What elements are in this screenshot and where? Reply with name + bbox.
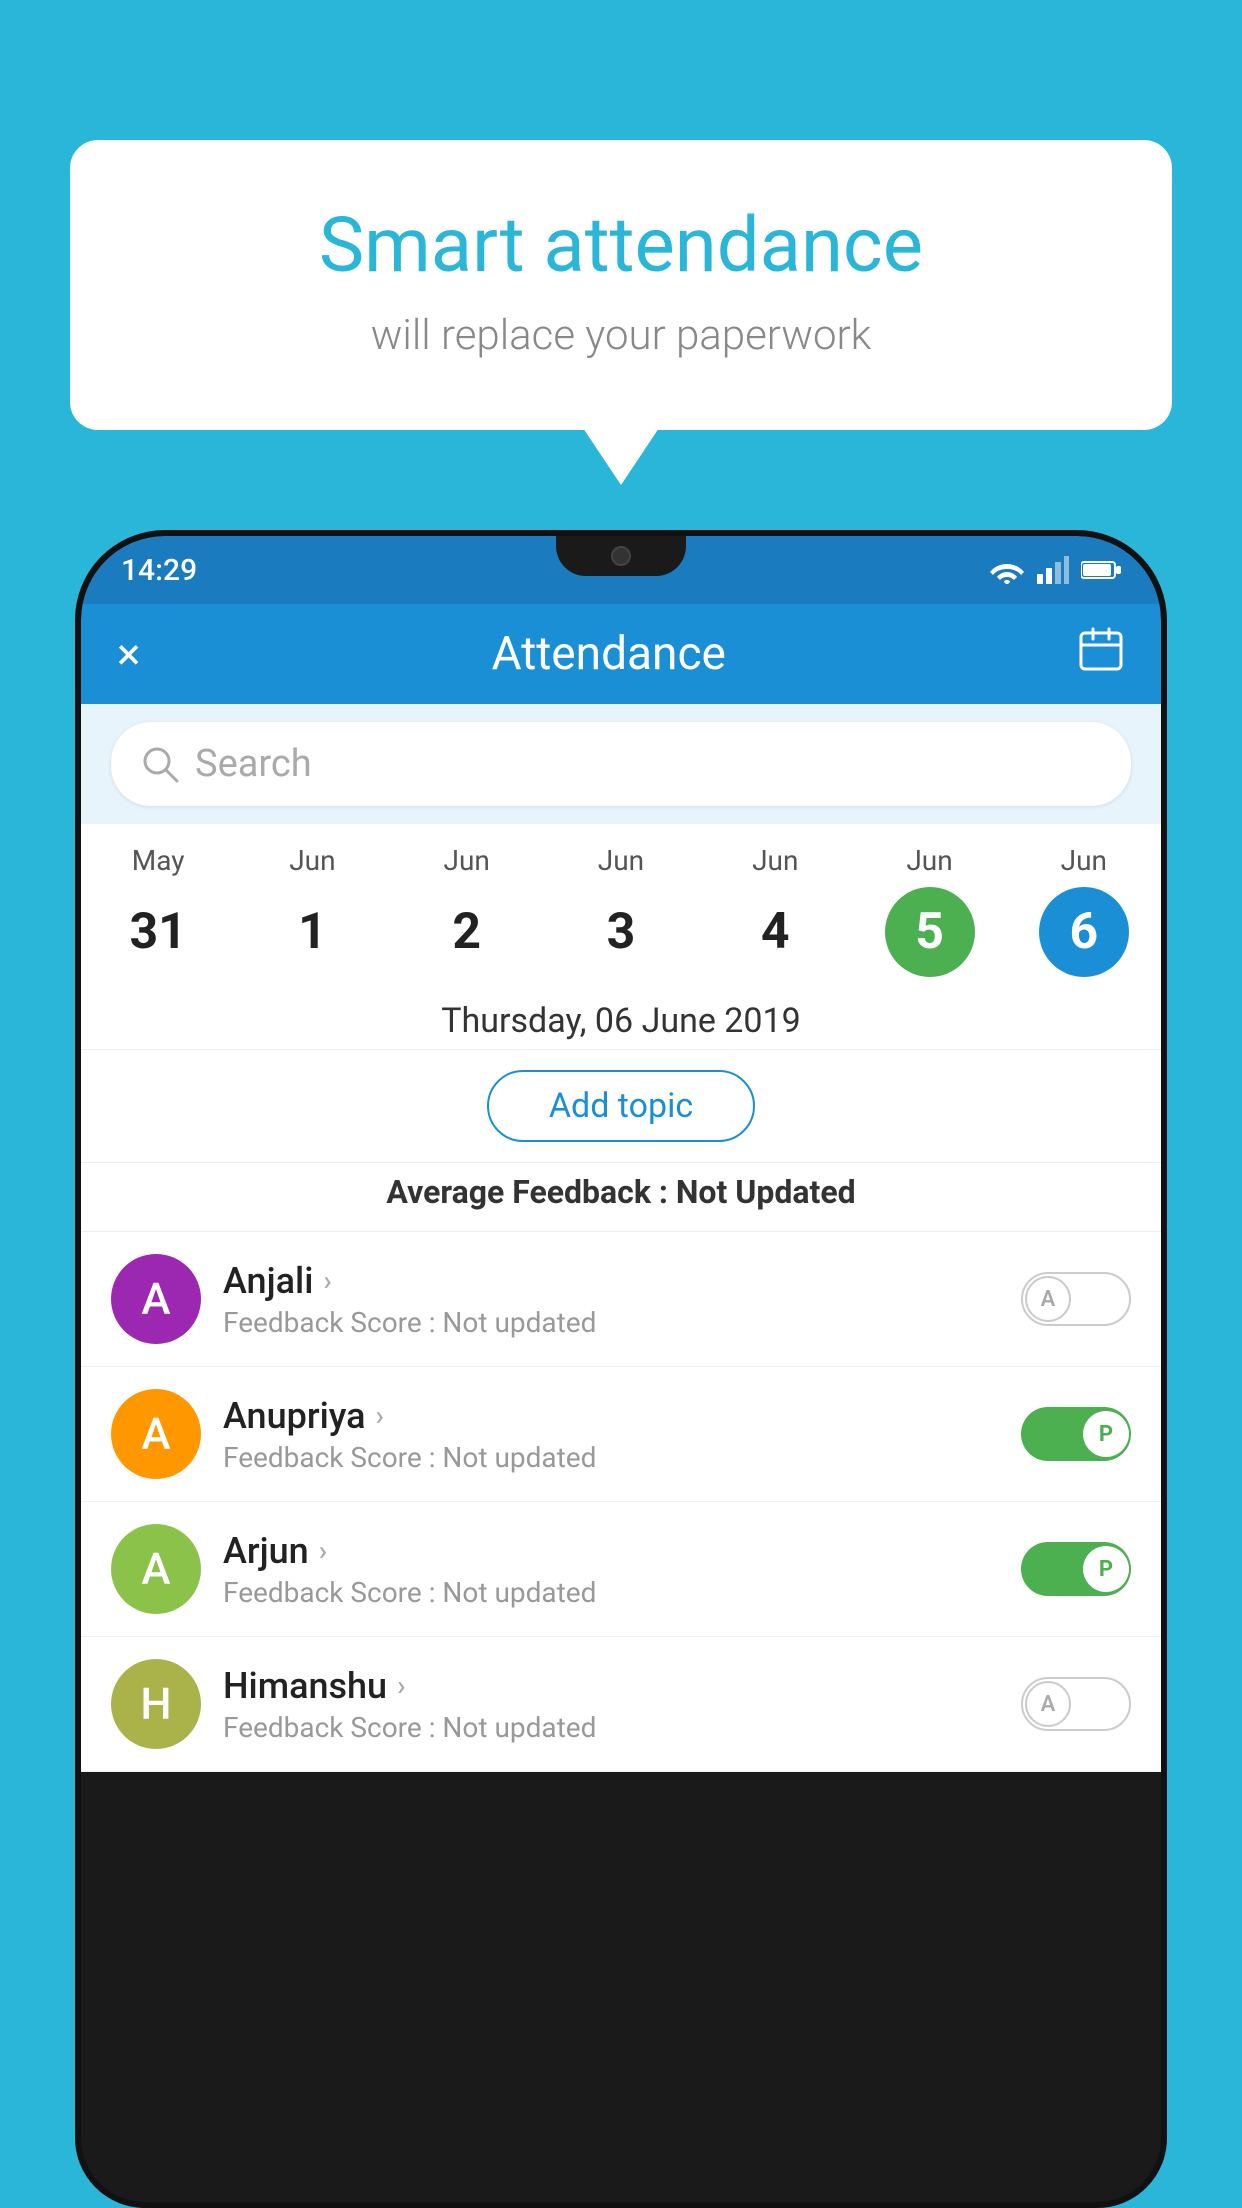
calendar-day-4[interactable]: Jun 4 xyxy=(710,844,840,977)
feedback-avg-label: Average Feedback : xyxy=(386,1173,668,1211)
phone-frame: 14:29 xyxy=(75,530,1167,2208)
chevron-icon: › xyxy=(323,1264,331,1297)
add-topic-button[interactable]: Add topic xyxy=(487,1070,755,1142)
cal-month-label: Jun xyxy=(1061,844,1107,877)
battery-icon xyxy=(1081,559,1121,581)
cal-date-number: 2 xyxy=(422,887,512,977)
student-info: Anupriya › Feedback Score : Not updated xyxy=(223,1395,999,1474)
calendar-day-31[interactable]: May 31 xyxy=(93,844,223,977)
calendar-strip: May 31 Jun 1 Jun 2 Jun 3 Jun 4 Jun 5 Jun 6 xyxy=(81,824,1161,987)
student-info: Himanshu › Feedback Score : Not updated xyxy=(223,1665,999,1744)
power-button xyxy=(1161,836,1167,916)
student-feedback: Feedback Score : Not updated xyxy=(223,1711,999,1744)
search-placeholder: Search xyxy=(195,742,312,786)
cal-month-label: Jun xyxy=(289,844,335,877)
speech-bubble-subtitle: will replace your paperwork xyxy=(150,311,1092,360)
chevron-icon: › xyxy=(376,1399,384,1432)
cal-date-number: 31 xyxy=(113,887,203,977)
search-bar[interactable]: Search xyxy=(111,722,1131,806)
cal-month-label: May xyxy=(132,844,185,877)
student-feedback: Feedback Score : Not updated xyxy=(223,1306,999,1339)
cal-date-number: 1 xyxy=(267,887,357,977)
header-title: Attendance xyxy=(492,627,726,681)
status-icons xyxy=(989,556,1121,584)
student-avatar: A xyxy=(111,1389,201,1479)
signal-icon xyxy=(1037,556,1069,584)
calendar-button[interactable] xyxy=(1077,625,1125,684)
toggle-circle: P xyxy=(1083,1546,1129,1592)
cal-month-label: Jun xyxy=(906,844,952,877)
cal-month-label: Jun xyxy=(598,844,644,877)
cal-month-label: Jun xyxy=(752,844,798,877)
student-item-himanshu[interactable]: H Himanshu › Feedback Score : Not updated A xyxy=(81,1637,1161,1772)
selected-date-label: Thursday, 06 June 2019 xyxy=(81,987,1161,1050)
cal-date-number: 6 xyxy=(1039,887,1129,977)
student-item-arjun[interactable]: A Arjun › Feedback Score : Not updated P xyxy=(81,1502,1161,1637)
cal-date-number: 4 xyxy=(730,887,820,977)
status-bar: 14:29 xyxy=(81,536,1161,604)
calendar-day-5[interactable]: Jun 5 xyxy=(865,844,995,977)
student-avatar: A xyxy=(111,1524,201,1614)
calendar-day-1[interactable]: Jun 1 xyxy=(247,844,377,977)
calendar-day-3[interactable]: Jun 3 xyxy=(556,844,686,977)
student-info: Arjun › Feedback Score : Not updated xyxy=(223,1530,999,1609)
close-button[interactable]: × xyxy=(117,628,140,680)
status-time: 14:29 xyxy=(121,553,197,588)
student-avatar: H xyxy=(111,1659,201,1749)
speech-bubble-title: Smart attendance xyxy=(150,200,1092,291)
attendance-toggle-off[interactable]: A xyxy=(1021,1677,1131,1731)
student-name: Arjun › xyxy=(223,1530,999,1572)
notch xyxy=(556,536,686,576)
student-avatar: A xyxy=(111,1254,201,1344)
cal-date-number: 5 xyxy=(885,887,975,977)
student-item-anjali[interactable]: A Anjali › Feedback Score : Not updated A xyxy=(81,1232,1161,1367)
student-item-anupriya[interactable]: A Anupriya › Feedback Score : Not updated P xyxy=(81,1367,1161,1502)
student-name: Anupriya › xyxy=(223,1395,999,1437)
cal-date-number: 3 xyxy=(576,887,666,977)
toggle-circle: P xyxy=(1083,1411,1129,1457)
speech-bubble-container: Smart attendance will replace your paper… xyxy=(70,140,1172,430)
cal-month-label: Jun xyxy=(444,844,490,877)
attendance-toggle-on[interactable]: P xyxy=(1021,1407,1131,1461)
student-name: Himanshu › xyxy=(223,1665,999,1707)
speech-bubble: Smart attendance will replace your paper… xyxy=(70,140,1172,430)
calendar-day-2[interactable]: Jun 2 xyxy=(402,844,532,977)
student-name: Anjali › xyxy=(223,1260,999,1302)
search-container: Search xyxy=(81,704,1161,824)
student-list: AAnjali ›Feedback Score : Not updatedAAA… xyxy=(81,1232,1161,1772)
attendance-toggle-on[interactable]: P xyxy=(1021,1542,1131,1596)
feedback-average: Average Feedback : Not Updated xyxy=(81,1163,1161,1232)
student-feedback: Feedback Score : Not updated xyxy=(223,1441,999,1474)
search-icon xyxy=(141,745,179,783)
feedback-avg-value: Not Updated xyxy=(676,1173,856,1211)
toggle-circle: A xyxy=(1025,1681,1071,1727)
chevron-icon: › xyxy=(319,1534,327,1567)
add-topic-container: Add topic xyxy=(81,1050,1161,1163)
phone-screen: 14:29 xyxy=(81,536,1161,2202)
student-feedback: Feedback Score : Not updated xyxy=(223,1576,999,1609)
wifi-icon xyxy=(989,556,1025,584)
student-info: Anjali › Feedback Score : Not updated xyxy=(223,1260,999,1339)
toggle-circle: A xyxy=(1025,1276,1071,1322)
attendance-toggle-off[interactable]: A xyxy=(1021,1272,1131,1326)
calendar-day-6[interactable]: Jun 6 xyxy=(1019,844,1149,977)
app-header: × Attendance xyxy=(81,604,1161,704)
chevron-icon: › xyxy=(397,1669,405,1702)
camera-dot xyxy=(611,546,631,566)
